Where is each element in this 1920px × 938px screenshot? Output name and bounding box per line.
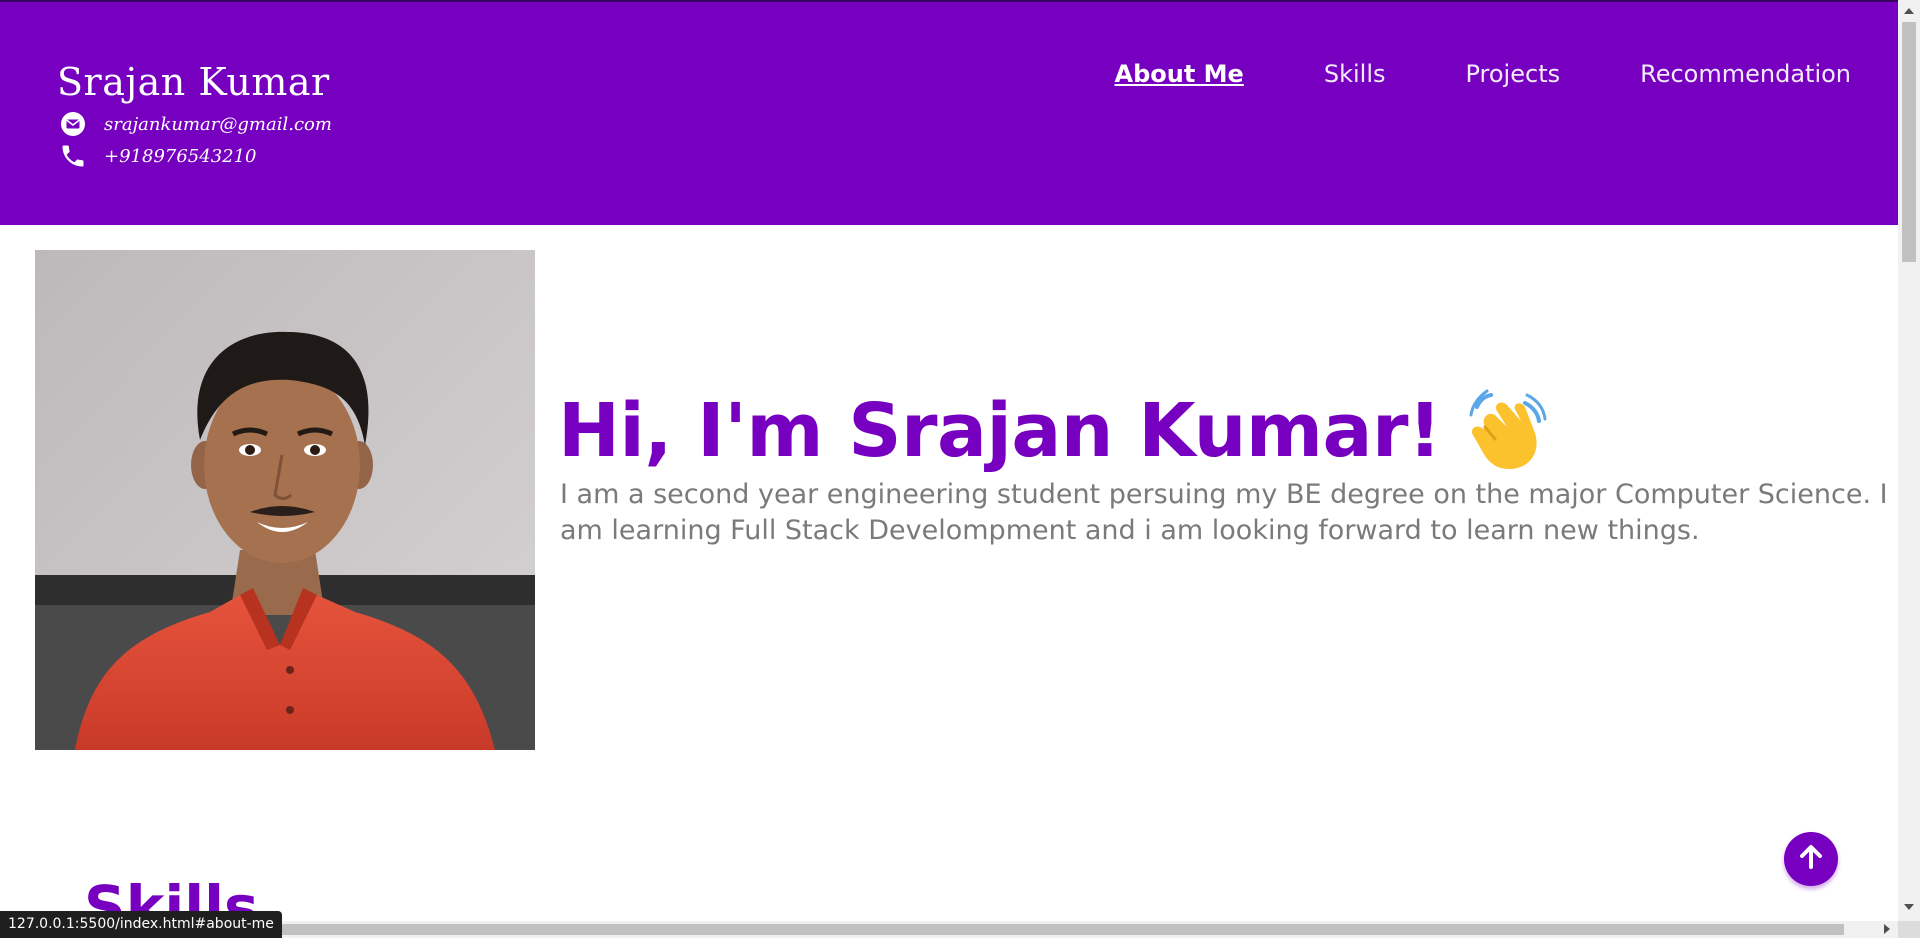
brand-name: Srajan Kumar (57, 60, 330, 104)
main-nav: About Me Skills Projects Recommendation (1035, 60, 1851, 88)
scrollbar-corner (1898, 921, 1920, 938)
phone-text: +918976543210 (104, 145, 257, 167)
profile-photo (35, 250, 535, 750)
scroll-up-arrow-icon[interactable] (1904, 8, 1914, 14)
email-text: srajankumar@gmail.com (104, 113, 332, 135)
hero-title: Hi, I'm Srajan Kumar! (558, 388, 1547, 474)
horizontal-scroll-thumb[interactable] (240, 924, 1844, 935)
envelope-icon (59, 110, 87, 138)
contact-email[interactable]: srajankumar@gmail.com (59, 110, 332, 138)
horizontal-scrollbar[interactable] (0, 921, 1898, 938)
portfolio-page: Srajan Kumar srajankumar@gmail.com +9189… (0, 0, 1920, 938)
hero-title-text: Hi, I'm Srajan Kumar! (558, 387, 1442, 474)
vertical-scroll-thumb[interactable] (1902, 22, 1916, 262)
nav-about-me[interactable]: About Me (1115, 60, 1244, 88)
scroll-right-arrow-icon[interactable] (1884, 924, 1890, 934)
contact-phone[interactable]: +918976543210 (59, 142, 257, 170)
waving-hand-icon (1463, 389, 1547, 473)
status-url-bubble: 127.0.0.1:5500/index.html#about-me (0, 911, 282, 938)
nav-skills[interactable]: Skills (1324, 60, 1386, 88)
phone-icon (59, 142, 87, 170)
scroll-down-arrow-icon[interactable] (1904, 904, 1914, 910)
nav-recommendation[interactable]: Recommendation (1640, 60, 1851, 88)
nav-projects[interactable]: Projects (1465, 60, 1560, 88)
site-header: Srajan Kumar srajankumar@gmail.com +9189… (0, 0, 1898, 225)
hero-bio: I am a second year engineering student p… (560, 479, 1888, 546)
vertical-scrollbar[interactable] (1898, 0, 1920, 921)
arrow-up-icon (1796, 842, 1826, 876)
scroll-to-top-button[interactable] (1784, 832, 1838, 886)
